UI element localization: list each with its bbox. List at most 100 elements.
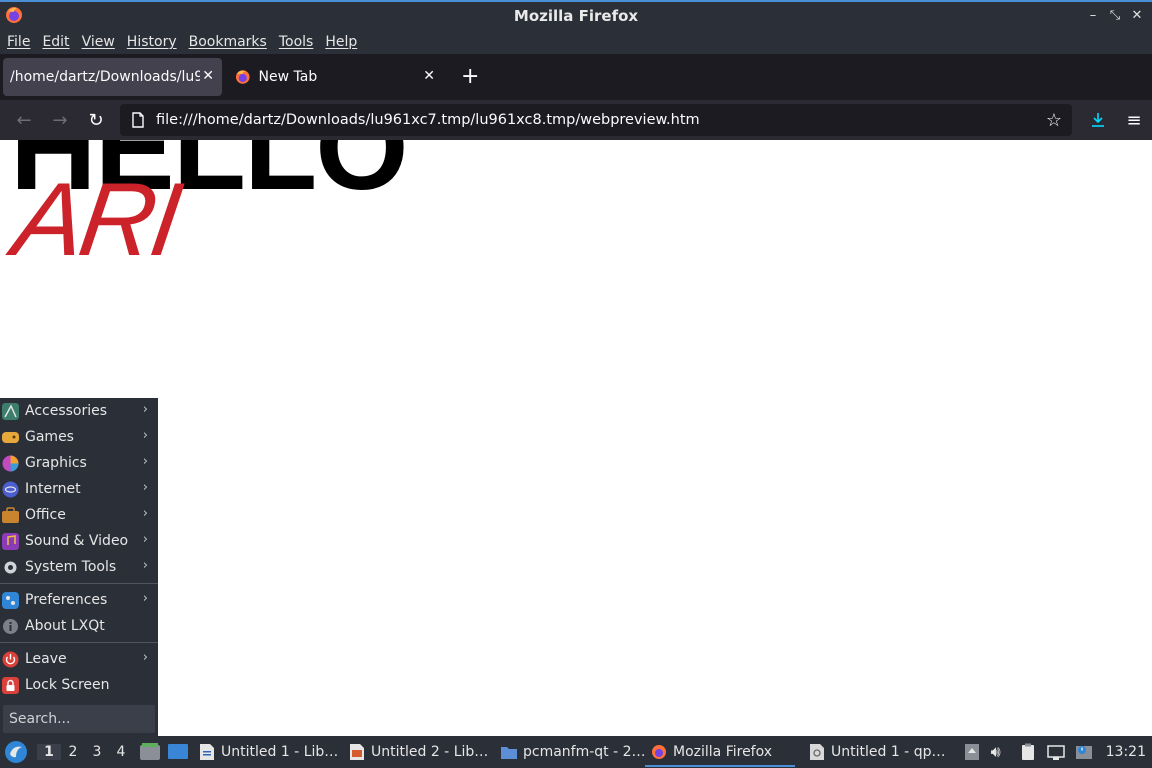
new-tab-button[interactable]: + [461,66,479,88]
bookmark-star-icon[interactable]: ☆ [1046,110,1062,131]
start-menu-graphics[interactable]: Graphics › [0,450,158,476]
system-tools-icon [4,561,17,573]
start-menu-search-input[interactable]: Search... [3,705,155,733]
menu-separator [0,583,158,584]
start-menu-office[interactable]: Office › [0,502,158,528]
start-menu-label: Sound & Video [25,533,129,549]
task-label: pcmanfm-qt - 2… [523,744,645,760]
url-bar[interactable]: file:///home/dartz/Downloads/lu961xc7.tm… [120,104,1072,136]
clock[interactable]: 13:21 [1106,744,1146,760]
firefox-icon [652,745,666,759]
tab-strip: /home/dartz/Downloads/lu961xc7.tmp/lu961… [0,54,1152,100]
graphics-icon [2,455,19,471]
sound-video-icon [2,532,19,550]
task-mozilla-firefox[interactable]: Mozilla Firefox [645,736,795,768]
system-tray: 🔊︎ 13:21 [958,736,1152,768]
lock-icon [2,676,19,694]
url-text: file:///home/dartz/Downloads/lu961xc7.tm… [156,112,700,128]
writer-document-icon [200,744,214,760]
start-menu-label: Lock Screen [25,677,110,693]
app-menu-button[interactable]: ≡ [1116,104,1152,136]
start-menu-about-lxqt[interactable]: About LXQt [0,613,158,639]
downloads-button[interactable] [1080,104,1116,136]
reload-button[interactable]: ↻ [78,104,114,136]
task-untitled-1-writer[interactable]: Untitled 1 - Lib… [193,736,343,768]
chevron-right-icon: › [142,454,148,469]
back-button[interactable]: ← [6,104,42,136]
start-menu-lock-screen[interactable]: Lock Screen [0,672,158,698]
tab-label: New Tab [258,69,318,85]
impress-document-icon [350,744,364,760]
file-manager-icon[interactable] [139,741,161,763]
task-untitled-2-impress[interactable]: Untitled 2 - Lib… [343,736,495,768]
start-menu-accessories[interactable]: Accessories › [0,398,158,424]
web-page-content: HELLO ARI [0,140,1152,736]
menu-history[interactable]: History [127,34,177,50]
tray-expand-icon[interactable] [963,743,981,761]
menu-tools[interactable]: Tools [279,34,314,50]
start-menu-internet[interactable]: Internet › [0,476,158,502]
menu-view[interactable]: View [82,34,115,50]
desktop-1-button[interactable]: 1 [37,744,61,760]
start-menu-preferences[interactable]: Preferences › [0,587,158,613]
internet-icon [2,481,19,497]
qpdfview-icon [810,744,824,760]
close-tab-icon[interactable]: ✕ [202,68,214,84]
task-pcmanfm[interactable]: pcmanfm-qt - 2… [495,736,645,768]
chevron-right-icon: › [142,428,148,443]
volume-icon[interactable]: 🔊︎ [991,743,1009,761]
chevron-right-icon: › [142,402,148,417]
desktop-4-button[interactable]: 4 [109,744,133,760]
window-title: Mozilla Firefox [513,6,639,25]
tab-webpreview[interactable]: /home/dartz/Downloads/lu961xc7.tmp/lu961… [3,58,222,96]
window-titlebar[interactable]: Mozilla Firefox – ⤡ ✕ [0,0,1152,29]
start-menu-label: Internet [25,481,81,497]
desktop-screen: Mozilla Firefox – ⤡ ✕ File Edit View His… [0,0,1152,768]
task-label: Untitled 1 - Lib… [221,744,339,760]
accessories-icon [2,402,19,420]
network-icon[interactable] [1046,743,1065,761]
show-desktop-icon[interactable] [167,741,189,763]
start-menu-sound-video[interactable]: Sound & Video › [0,528,158,554]
menu-edit[interactable]: Edit [42,34,69,50]
close-tab-icon[interactable]: ✕ [423,68,435,84]
navigation-toolbar: ← → ↻ file:///home/dartz/Downloads/lu961… [0,100,1152,140]
page-icon [132,112,144,128]
update-notifier-icon[interactable] [1075,743,1093,761]
start-menu-system-tools[interactable]: System Tools › [0,554,158,580]
menu-help[interactable]: Help [325,34,357,50]
menu-bookmarks[interactable]: Bookmarks [189,34,267,50]
task-label: Untitled 2 - Lib… [371,744,489,760]
chevron-right-icon: › [142,591,148,606]
close-window-button[interactable]: ✕ [1128,5,1146,25]
minimize-button[interactable]: – [1084,5,1102,25]
task-untitled-1-qp[interactable]: Untitled 1 - qp… [803,736,951,768]
ari-text: ARI [7,162,185,278]
menu-file[interactable]: File [7,34,30,50]
preferences-icon [2,591,19,609]
maximize-button[interactable]: ⤡ [1106,5,1124,25]
chevron-right-icon: › [142,480,148,495]
menu-separator [0,642,158,643]
start-menu-leave[interactable]: Leave › [0,646,158,672]
start-menu-label: Office [25,507,66,523]
chevron-right-icon: › [142,532,148,547]
clipboard-icon[interactable] [1019,743,1037,761]
lxqt-start-icon[interactable] [3,739,29,765]
taskbar: 1 2 3 4 Untitled 1 - Lib… Untitled 2 - L… [0,736,1152,768]
task-label: Mozilla Firefox [673,744,773,760]
forward-button[interactable]: → [42,104,78,136]
firefox-icon [6,7,22,23]
start-menu-label: Graphics [25,455,87,471]
start-menu-games[interactable]: Games › [0,424,158,450]
menubar: File Edit View History Bookmarks Tools H… [0,29,1152,54]
search-placeholder: Search... [9,711,71,727]
tab-label: /home/dartz/Downloads/lu961xc7.tmp/lu961… [10,69,200,85]
desktop-2-button[interactable]: 2 [61,744,85,760]
chevron-right-icon: › [142,506,148,521]
start-menu-label: Games [25,429,74,445]
desktop-3-button[interactable]: 3 [85,744,109,760]
task-label: Untitled 1 - qp… [831,744,946,760]
tab-new-tab[interactable]: New Tab ✕ [224,58,443,96]
start-menu-label: Leave [25,651,67,667]
